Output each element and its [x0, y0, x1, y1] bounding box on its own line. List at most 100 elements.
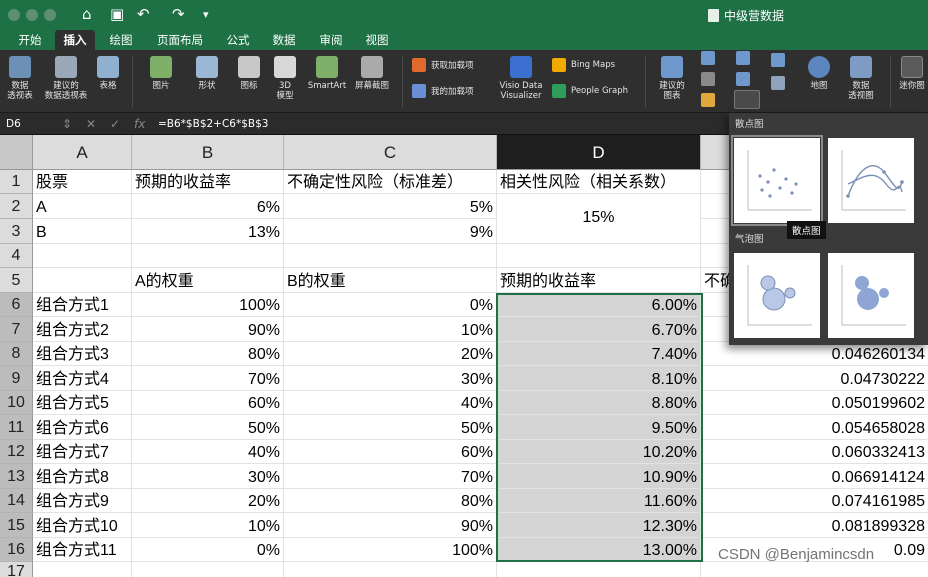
tab-draw[interactable]: 绘图	[101, 30, 141, 50]
cell-a2[interactable]: A	[33, 194, 132, 219]
cell-d5[interactable]: 预期的收益率	[497, 268, 701, 293]
picture-button[interactable]: 图片	[144, 56, 178, 91]
cell-a15[interactable]: 组合方式10	[33, 513, 132, 538]
minimize-window-button[interactable]	[26, 9, 38, 21]
cell-d10[interactable]: 8.80%	[497, 391, 701, 415]
scatter-chart-dropdown[interactable]	[734, 90, 760, 109]
zoom-window-button[interactable]	[44, 9, 56, 21]
cell-b10[interactable]: 60%	[132, 391, 284, 415]
row-header[interactable]: 4	[0, 244, 33, 268]
row-header[interactable]: 7	[0, 317, 33, 342]
cell-d14[interactable]: 11.60%	[497, 489, 701, 513]
cell-c14[interactable]: 80%	[284, 489, 497, 513]
column-chart-icon[interactable]	[701, 51, 715, 65]
cell-d13[interactable]: 10.90%	[497, 464, 701, 489]
recommended-pivot-button[interactable]: 建议的 数据透视表	[40, 56, 92, 101]
formula-input[interactable]: =B6*$B$2+C6*$B$3	[158, 116, 268, 132]
cell-c3[interactable]: 9%	[284, 219, 497, 244]
cell-d2[interactable]: 15%	[497, 194, 701, 244]
cell-a13[interactable]: 组合方式8	[33, 464, 132, 489]
redo-icon[interactable]: ↷	[172, 5, 185, 23]
row-header[interactable]: 13	[0, 464, 33, 489]
cell-e8[interactable]: 0.046260134	[701, 342, 928, 366]
cell-e15[interactable]: 0.081899328	[701, 513, 928, 538]
tab-data[interactable]: 数据	[264, 30, 304, 50]
cell-e10[interactable]: 0.050199602	[701, 391, 928, 415]
cell-e9[interactable]: 0.04730222	[701, 366, 928, 391]
cell-c11[interactable]: 50%	[284, 415, 497, 440]
row-header[interactable]: 10	[0, 391, 33, 415]
row-header[interactable]: 9	[0, 366, 33, 391]
home-icon[interactable]: ⌂	[82, 5, 92, 23]
tab-home[interactable]: 开始	[10, 30, 50, 50]
cell-c10[interactable]: 40%	[284, 391, 497, 415]
people-graph-button[interactable]: People Graph	[552, 84, 628, 98]
cell-d15[interactable]: 12.30%	[497, 513, 701, 538]
cell-a1[interactable]: 股票	[33, 170, 132, 194]
enter-icon[interactable]: ✓	[110, 116, 120, 132]
close-window-button[interactable]	[8, 9, 20, 21]
cell-c8[interactable]: 20%	[284, 342, 497, 366]
cell-a6[interactable]: 组合方式1	[33, 293, 132, 317]
cell-c6[interactable]: 0%	[284, 293, 497, 317]
column-header-a[interactable]: A	[33, 135, 132, 170]
row-header[interactable]: 3	[0, 219, 33, 244]
cell-b14[interactable]: 20%	[132, 489, 284, 513]
sparkline-button[interactable]: 迷你图	[896, 56, 928, 91]
row-header[interactable]: 6	[0, 293, 33, 317]
cell-d8[interactable]: 7.40%	[497, 342, 701, 366]
map-chart-button[interactable]: 地图	[804, 56, 834, 91]
tab-review[interactable]: 审阅	[311, 30, 351, 50]
3d-bubble-chart-option[interactable]	[828, 253, 914, 338]
cell-d12[interactable]: 10.20%	[497, 440, 701, 464]
cell-a3[interactable]: B	[33, 219, 132, 244]
tab-formulas[interactable]: 公式	[218, 30, 258, 50]
my-addins-button[interactable]: 我的加载项	[412, 84, 474, 98]
cell-e14[interactable]: 0.074161985	[701, 489, 928, 513]
cell-b2[interactable]: 6%	[132, 194, 284, 219]
cell-b15[interactable]: 10%	[132, 513, 284, 538]
cell-d1[interactable]: 相关性风险（相关系数）	[497, 170, 701, 194]
get-addins-button[interactable]: 获取加载项	[412, 58, 474, 72]
cell-d4[interactable]	[497, 244, 701, 268]
scatter-smooth-lines-option[interactable]	[828, 138, 914, 223]
statistic-chart-icon[interactable]	[736, 72, 750, 86]
cell-a17[interactable]	[33, 562, 132, 577]
cancel-icon[interactable]: ✕	[86, 116, 96, 132]
shapes-button[interactable]: 形状	[190, 56, 224, 91]
cell-d7[interactable]: 6.70%	[497, 317, 701, 342]
cell-b13[interactable]: 30%	[132, 464, 284, 489]
cell-e12[interactable]: 0.060332413	[701, 440, 928, 464]
bubble-chart-option[interactable]	[734, 253, 820, 338]
cell-c15[interactable]: 90%	[284, 513, 497, 538]
visio-visualizer-button[interactable]: Visio Data Visualizer	[496, 56, 546, 101]
cell-b8[interactable]: 80%	[132, 342, 284, 366]
cell-c1[interactable]: 不确定性风险（标准差）	[284, 170, 497, 194]
bing-maps-button[interactable]: Bing Maps	[552, 58, 615, 72]
row-header[interactable]: 11	[0, 415, 33, 440]
cell-e11[interactable]: 0.054658028	[701, 415, 928, 440]
cell-c17[interactable]	[284, 562, 497, 577]
cell-a14[interactable]: 组合方式9	[33, 489, 132, 513]
cell-b7[interactable]: 90%	[132, 317, 284, 342]
cell-a16[interactable]: 组合方式11	[33, 538, 132, 562]
column-header-b[interactable]: B	[132, 135, 284, 170]
row-header[interactable]: 14	[0, 489, 33, 513]
hierarchy-chart-icon[interactable]	[736, 51, 750, 65]
smartart-button[interactable]: SmartArt	[304, 56, 350, 91]
cell-a4[interactable]	[33, 244, 132, 268]
tab-insert[interactable]: 插入	[55, 30, 95, 50]
column-header-c[interactable]: C	[284, 135, 497, 170]
undo-icon[interactable]: ↶	[137, 5, 150, 23]
cell-c9[interactable]: 30%	[284, 366, 497, 391]
combo-chart-icon[interactable]	[771, 76, 785, 90]
cell-d16[interactable]: 13.00%	[497, 538, 701, 562]
cell-c2[interactable]: 5%	[284, 194, 497, 219]
cell-a12[interactable]: 组合方式7	[33, 440, 132, 464]
cell-a10[interactable]: 组合方式5	[33, 391, 132, 415]
pivot-chart-button[interactable]: 数据 透视图	[843, 56, 879, 101]
cell-b9[interactable]: 70%	[132, 366, 284, 391]
cell-d11[interactable]: 9.50%	[497, 415, 701, 440]
row-header[interactable]: 15	[0, 513, 33, 538]
cell-b17[interactable]	[132, 562, 284, 577]
